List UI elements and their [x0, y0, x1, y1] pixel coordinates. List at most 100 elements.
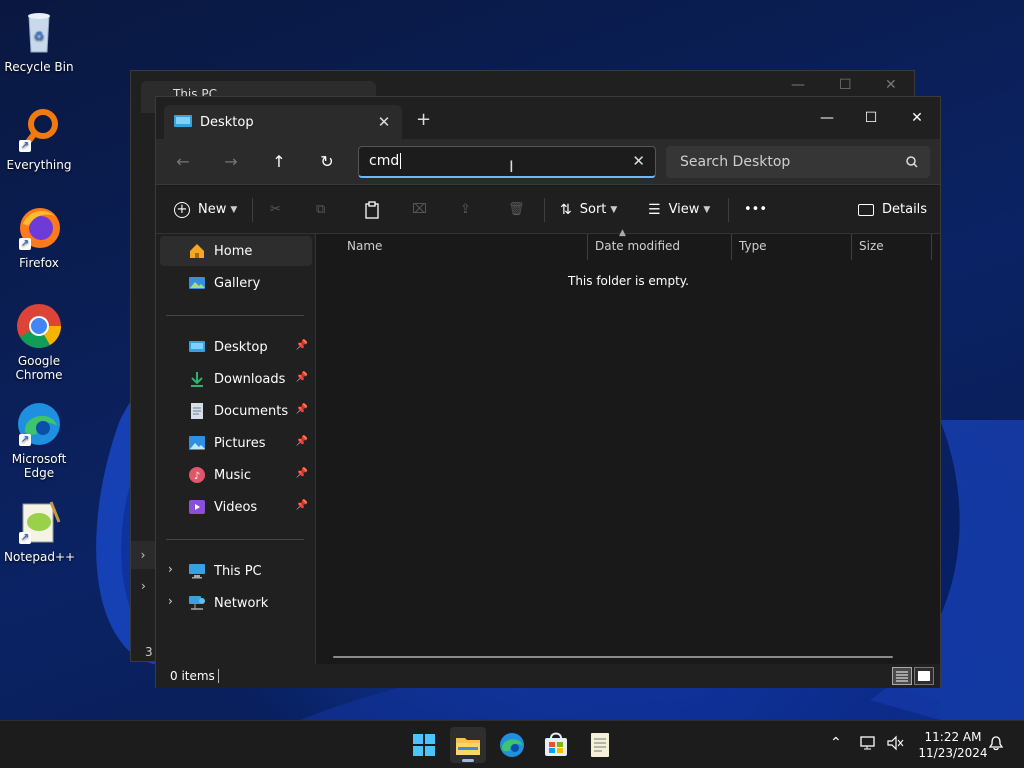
search-icon: [906, 146, 918, 178]
downloads-icon: [188, 371, 206, 387]
paste-icon[interactable]: [364, 198, 380, 222]
sidebar-item-downloads[interactable]: Downloads 📌: [160, 364, 312, 394]
sidebar-item-label: Desktop: [214, 339, 268, 355]
clear-address-icon[interactable]: ✕: [632, 147, 645, 176]
details-pane-button[interactable]: Details: [858, 198, 927, 222]
sidebar-item-pictures[interactable]: Pictures 📌: [160, 428, 312, 458]
desktop-icon-recycle-bin[interactable]: ♻ Recycle Bin: [4, 8, 74, 74]
copy-icon[interactable]: ⧉: [316, 198, 325, 222]
details-button-label: Details: [882, 202, 928, 217]
tab-desktop[interactable]: Desktop ✕: [164, 105, 402, 139]
chevron-right-icon[interactable]: ›: [168, 562, 173, 576]
minimize-button[interactable]: —: [804, 103, 850, 133]
view-button[interactable]: ☰ View ▼: [648, 198, 710, 222]
search-input[interactable]: Search Desktop: [666, 146, 930, 178]
column-header-type[interactable]: Type: [731, 234, 851, 260]
plus-circle-icon: +: [174, 202, 190, 218]
horizontal-scrollbar[interactable]: [333, 656, 893, 658]
chevron-right-icon[interactable]: ›: [141, 579, 146, 593]
file-list-pane[interactable]: ▲ Name Date modified Type Size This fold…: [317, 228, 940, 664]
file-explorer-window[interactable]: Desktop ✕ + — ☐ ✕ ← → ↑ ↻ cmd I ✕ Search…: [155, 96, 941, 688]
details-view-button[interactable]: [892, 667, 912, 685]
toolbar-divider: [252, 198, 253, 222]
gallery-icon: [188, 275, 206, 291]
address-text: cmd: [369, 153, 400, 169]
sidebar-item-this-pc[interactable]: › This PC: [160, 556, 312, 586]
notepadpp-icon: ↗: [15, 498, 63, 546]
sidebar-item-label: Downloads: [214, 371, 286, 387]
tab-close-icon[interactable]: ✕: [372, 113, 396, 131]
tiles-view-button[interactable]: [914, 667, 934, 685]
new-button[interactable]: + New ▼: [174, 198, 237, 222]
taskbar-edge[interactable]: [494, 727, 530, 763]
text-caret: [400, 153, 402, 169]
home-icon: [188, 243, 206, 259]
documents-icon: [188, 403, 206, 419]
title-bar[interactable]: Desktop ✕ + — ☐ ✕: [156, 97, 940, 139]
pin-icon: 📌: [295, 340, 308, 351]
network-status-icon[interactable]: [860, 735, 878, 755]
sidebar-item-videos[interactable]: Videos 📌: [160, 492, 312, 522]
sidebar-item-label: Documents: [214, 403, 289, 419]
chevron-down-icon: ▼: [610, 205, 618, 215]
more-options-button[interactable]: •••: [744, 198, 767, 222]
desktop-icon-label: Everything: [6, 158, 72, 172]
column-header-size[interactable]: Size: [851, 234, 931, 260]
view-button-label: View: [668, 202, 700, 217]
maximize-icon[interactable]: ☐: [839, 77, 852, 93]
refresh-button[interactable]: ↻: [312, 147, 342, 177]
sidebar-item-documents[interactable]: Documents 📌: [160, 396, 312, 426]
shortcut-arrow-icon: ↗: [19, 434, 31, 446]
edge-icon: [500, 733, 524, 757]
sidebar-item-home[interactable]: Home: [160, 236, 312, 266]
desktop-icon-everything[interactable]: ↗ Everything: [4, 106, 74, 172]
details-pane-icon: [858, 204, 874, 216]
navigation-pane: Home Gallery Desktop 📌 Downloads 📌 Docum…: [156, 234, 316, 664]
share-icon[interactable]: ⇪: [460, 198, 471, 222]
cut-icon[interactable]: ✂: [270, 198, 281, 222]
svg-text:♪: ♪: [194, 471, 200, 482]
sidebar-item-network[interactable]: › Network: [160, 588, 312, 618]
back-button[interactable]: ←: [168, 147, 198, 177]
sidebar-item-label: This PC: [214, 563, 262, 579]
taskbar-notepad[interactable]: [582, 727, 618, 763]
sidebar-divider: [166, 539, 304, 540]
sidebar-item-label: Gallery: [214, 275, 261, 291]
taskbar-file-explorer[interactable]: [450, 727, 486, 763]
rename-icon[interactable]: ⌧: [412, 198, 427, 222]
svg-text:♻: ♻: [34, 29, 45, 43]
column-header-name[interactable]: Name: [339, 234, 587, 260]
volume-muted-icon[interactable]: [886, 735, 904, 755]
column-header-date-modified[interactable]: Date modified: [587, 234, 731, 260]
sort-button[interactable]: ⇅ Sort ▼: [560, 198, 617, 222]
close-button[interactable]: ✕: [894, 103, 940, 133]
start-button[interactable]: [406, 727, 442, 763]
system-clock[interactable]: 11:22 AM 11/23/2024: [918, 729, 988, 761]
navigation-bar: ← → ↑ ↻ cmd I ✕ Search Desktop: [156, 139, 940, 185]
address-bar-input[interactable]: cmd I ✕: [358, 146, 656, 178]
sidebar-item-music[interactable]: ♪ Music 📌: [160, 460, 312, 490]
close-icon[interactable]: ✕: [885, 77, 897, 93]
status-bar: 0 items: [156, 664, 940, 688]
chevron-right-icon[interactable]: ›: [168, 594, 173, 608]
sidebar-item-desktop[interactable]: Desktop 📌: [160, 332, 312, 362]
column-divider[interactable]: [931, 234, 932, 260]
store-icon: [545, 732, 567, 756]
show-hidden-icons-chevron-icon[interactable]: ⌃: [830, 735, 842, 751]
item-count: 0 items: [170, 669, 215, 683]
notification-bell-icon[interactable]: [988, 735, 1004, 755]
new-tab-button[interactable]: +: [416, 109, 431, 130]
minimize-icon[interactable]: —: [791, 77, 805, 93]
desktop-icon-notepadpp[interactable]: ↗ Notepad++: [4, 498, 75, 564]
sidebar-item-gallery[interactable]: Gallery: [160, 268, 312, 298]
maximize-button[interactable]: ☐: [848, 103, 894, 133]
chevron-right-icon[interactable]: ›: [131, 541, 155, 569]
taskbar: ⌃ 11:22 AM 11/23/2024: [0, 720, 1024, 768]
forward-button[interactable]: →: [216, 147, 246, 177]
desktop-icon-firefox[interactable]: ↗ Firefox: [4, 204, 74, 270]
desktop-icon-chrome[interactable]: Google Chrome: [4, 302, 74, 382]
desktop-icon-edge[interactable]: ↗ Microsoft Edge: [4, 400, 74, 480]
delete-icon[interactable]: 🗑: [508, 198, 525, 222]
up-button[interactable]: ↑: [264, 147, 294, 177]
taskbar-store[interactable]: [538, 727, 574, 763]
